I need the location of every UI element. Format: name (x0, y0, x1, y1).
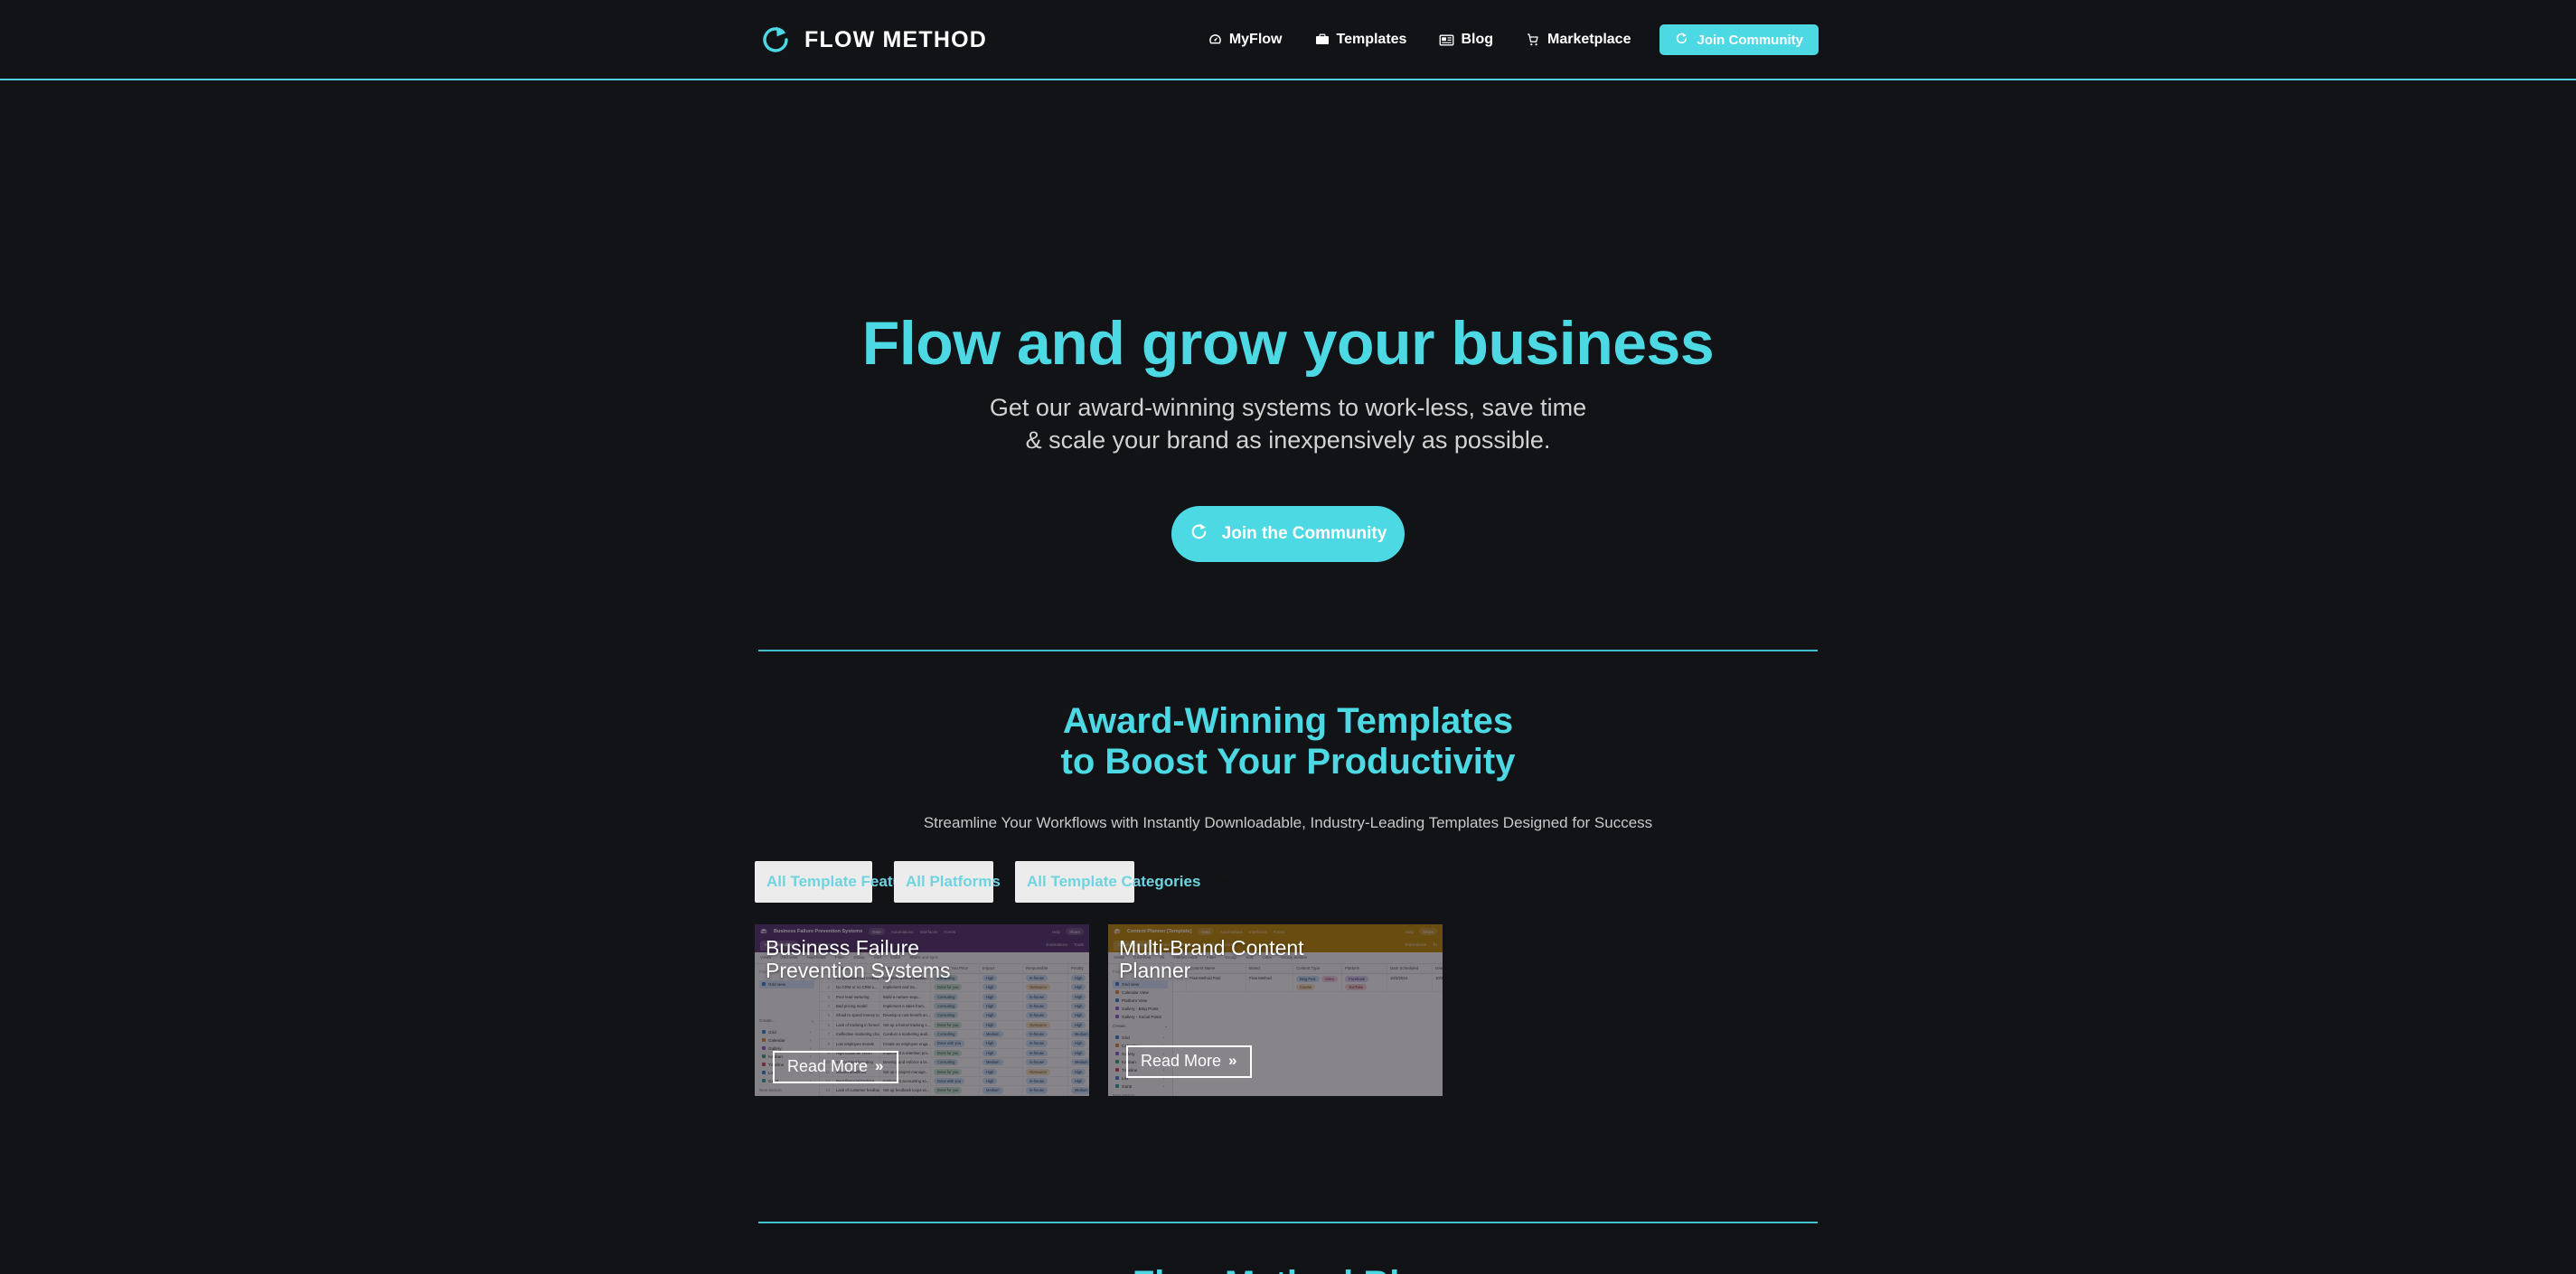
read-more-label: Read More (1141, 1051, 1222, 1070)
template-filter-row: All Template Features ▼ All Platforms ▼ … (0, 860, 2576, 903)
template-card[interactable]: Content Planner [Template] Data Automati… (1108, 923, 1443, 1096)
blog-divider (758, 1221, 1818, 1223)
read-more-button[interactable]: Read More » (773, 1050, 898, 1083)
join-the-community-label: Join the Community (1221, 524, 1387, 543)
templates-subtitle: Streamline Your Workflows with Instantly… (923, 813, 1653, 831)
template-card-title: Business Failure Prevention Systems (766, 935, 1078, 984)
newspaper-icon (1439, 33, 1454, 48)
templates-section: Award-Winning Templates to Boost Your Pr… (0, 701, 2576, 1096)
templates-title-line1: Award-Winning Templates (1062, 701, 1514, 741)
join-the-community-button[interactable]: Join the Community (1171, 506, 1405, 562)
refresh-circle-icon (759, 23, 792, 56)
template-card-grid: Business Failure Prevention Systems Data… (0, 923, 2576, 1096)
nav-item-label: Templates (1336, 32, 1407, 47)
double-chevron-right-icon: » (875, 1057, 884, 1075)
nav-item-label: Marketplace (1547, 32, 1631, 47)
read-more-label: Read More (787, 1056, 869, 1075)
templates-title-line2: to Boost Your Productivity (1060, 741, 1516, 782)
hero-section: Flow and grow your business Get our awar… (0, 80, 2576, 650)
refresh-icon (1675, 32, 1688, 49)
card-title-line2: Planner (1119, 959, 1191, 983)
hero-subtitle: Get our award-winning systems to work-le… (0, 392, 2576, 456)
templates-divider (758, 650, 1818, 651)
hero-subtitle-line2: & scale your brand as inexpensively as p… (1025, 426, 1551, 454)
card-title-line1: Multi-Brand Content (1119, 935, 1304, 960)
nav-item-templates[interactable]: Templates (1298, 21, 1423, 59)
blog-title: Flow Method Blog (0, 1264, 2576, 1274)
shopping-cart-icon (1526, 33, 1541, 48)
templates-title: Award-Winning Templates to Boost Your Pr… (0, 701, 2576, 782)
hero-subtitle-line1: Get our award-winning systems to work-le… (989, 394, 1587, 421)
nav-item-marketplace[interactable]: Marketplace (1509, 21, 1648, 59)
filter-template-categories[interactable]: All Template Categories ▼ (1015, 860, 1232, 903)
blog-divider-wrapper (0, 1221, 2576, 1223)
main-navigation: MyFlow Templates Blog Marketplace Join C… (1191, 21, 1819, 59)
header-inner: FLOW METHOD MyFlow Templates Blog Market… (0, 0, 2576, 79)
filter-label: All Platforms (906, 872, 1001, 890)
site-header: FLOW METHOD MyFlow Templates Blog Market… (0, 0, 2576, 80)
brand-name: FLOW METHOD (804, 26, 988, 52)
join-community-nav-label: Join Community (1697, 32, 1803, 48)
template-card-title: Multi-Brand Content Planner (1119, 935, 1432, 984)
card-title-line2: Prevention Systems (766, 959, 951, 983)
briefcase-icon (1314, 33, 1330, 48)
nav-item-label: MyFlow (1228, 32, 1283, 47)
nav-item-blog[interactable]: Blog (1423, 21, 1509, 59)
chevron-down-icon: ▼ (1220, 875, 1233, 889)
hero-cta-wrapper: Join the Community (0, 506, 2576, 562)
blog-section: Flow Method Blog (0, 1221, 2576, 1274)
hero-title: Flow and grow your business (861, 309, 1715, 378)
join-community-nav-button[interactable]: Join Community (1659, 24, 1819, 55)
brand-logo[interactable]: FLOW METHOD (759, 18, 987, 61)
card-title-line1: Business Failure (766, 935, 920, 960)
template-card[interactable]: Business Failure Prevention Systems Data… (755, 923, 1089, 1096)
filter-platforms[interactable]: All Platforms ▼ (894, 860, 1032, 903)
speedometer-icon (1208, 33, 1223, 48)
nav-item-label: Blog (1461, 32, 1493, 47)
nav-item-myflow[interactable]: MyFlow (1191, 21, 1299, 59)
filter-template-features[interactable]: All Template Features ▼ (755, 860, 956, 903)
filter-label: All Template Categories (1027, 872, 1201, 890)
refresh-icon (1189, 522, 1208, 547)
double-chevron-right-icon: » (1228, 1052, 1237, 1070)
read-more-button[interactable]: Read More » (1126, 1044, 1252, 1078)
